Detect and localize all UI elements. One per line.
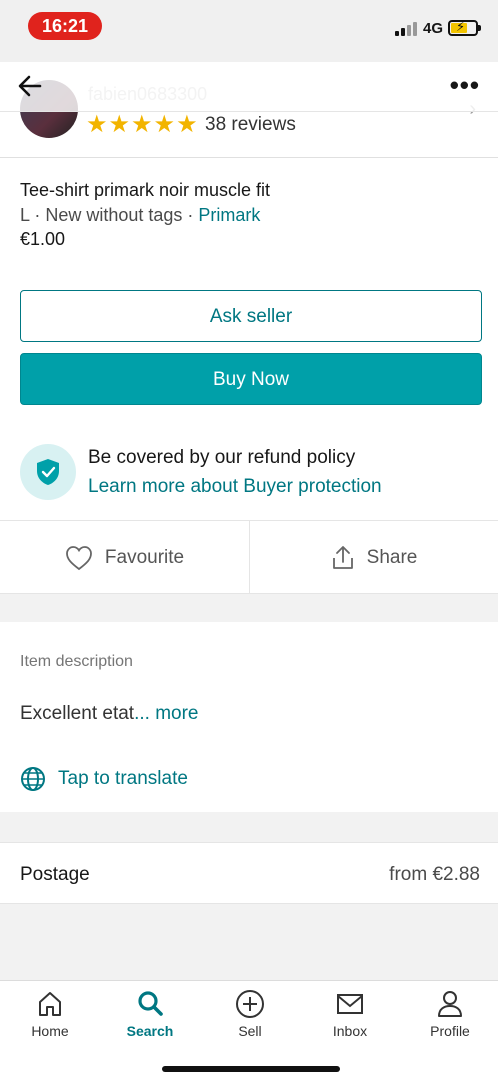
- mail-icon: [337, 994, 363, 1014]
- item-price: €1.00: [20, 229, 66, 249]
- share-label: Share: [366, 547, 418, 568]
- top-nav: •••: [0, 62, 498, 112]
- ask-seller-button[interactable]: Ask seller: [20, 290, 482, 342]
- description-body: Excellent etat: [20, 703, 135, 724]
- tab-search[interactable]: Search: [100, 989, 200, 1039]
- globe-icon: [21, 767, 45, 791]
- section-divider: [0, 594, 498, 622]
- search-icon: [138, 991, 163, 1016]
- more-options-icon[interactable]: •••: [450, 72, 480, 98]
- item-condition: New without tags: [45, 205, 183, 225]
- status-bar: 16:21 4G ⚡: [0, 0, 498, 62]
- item-size: L: [20, 205, 30, 225]
- shield-check-icon: [20, 444, 76, 500]
- item-brand-link[interactable]: Primark: [198, 205, 260, 225]
- tab-profile-label: Profile: [430, 1023, 470, 1039]
- translate-label: Tap to translate: [58, 768, 188, 789]
- description-text: Excellent etat... more: [20, 703, 199, 725]
- tab-inbox-label: Inbox: [332, 1023, 368, 1039]
- status-time: 16:21: [28, 12, 102, 40]
- network-type: 4G: [423, 20, 444, 37]
- tab-search-label: Search: [126, 1023, 174, 1039]
- buyer-protection-link[interactable]: Learn more about Buyer protection: [88, 476, 382, 498]
- buy-now-button[interactable]: Buy Now: [20, 353, 482, 405]
- tab-sell[interactable]: Sell: [200, 989, 300, 1039]
- item-title: Tee-shirt primark noir muscle fit: [20, 180, 271, 200]
- share-icon: [332, 546, 353, 569]
- battery-icon: ⚡: [448, 19, 481, 36]
- favourite-label: Favourite: [104, 547, 185, 568]
- section-divider: [0, 812, 498, 842]
- tab-home[interactable]: Home: [0, 989, 100, 1039]
- description-label: Item description: [20, 653, 133, 670]
- signal-icon: [395, 20, 417, 36]
- plus-circle-icon: [236, 990, 264, 1018]
- translate-button[interactable]: Tap to translate: [20, 766, 188, 792]
- bottom-tab-bar: Home Search Sell Inbox Profile: [0, 980, 498, 1080]
- reviews-count: 38 reviews: [205, 114, 296, 135]
- tab-sell-label: Sell: [238, 1023, 262, 1039]
- postage-row[interactable]: Postage from €2.88: [0, 842, 498, 904]
- tab-inbox[interactable]: Inbox: [300, 989, 400, 1039]
- profile-icon: [438, 991, 462, 1017]
- home-indicator[interactable]: [162, 1066, 340, 1072]
- page-bottom-area: [0, 904, 498, 980]
- protection-title: Be covered by our refund policy: [88, 447, 356, 468]
- home-icon: [39, 992, 61, 1016]
- item-actions: Favourite Share: [0, 520, 498, 595]
- postage-label: Postage: [20, 864, 90, 885]
- tab-home-label: Home: [31, 1023, 69, 1039]
- postage-value: from €2.88: [389, 864, 480, 885]
- share-button[interactable]: Share: [249, 521, 498, 595]
- description-more-link[interactable]: more: [150, 703, 198, 724]
- rating-stars-icon: ★★★★★: [86, 111, 199, 138]
- description-ellipsis: ...: [134, 703, 150, 724]
- favourite-button[interactable]: Favourite: [0, 521, 249, 595]
- back-arrow-icon[interactable]: [16, 72, 44, 100]
- item-meta: L · New without tags · Primark: [20, 205, 261, 225]
- tab-profile[interactable]: Profile: [400, 989, 498, 1039]
- heart-icon: [65, 546, 92, 571]
